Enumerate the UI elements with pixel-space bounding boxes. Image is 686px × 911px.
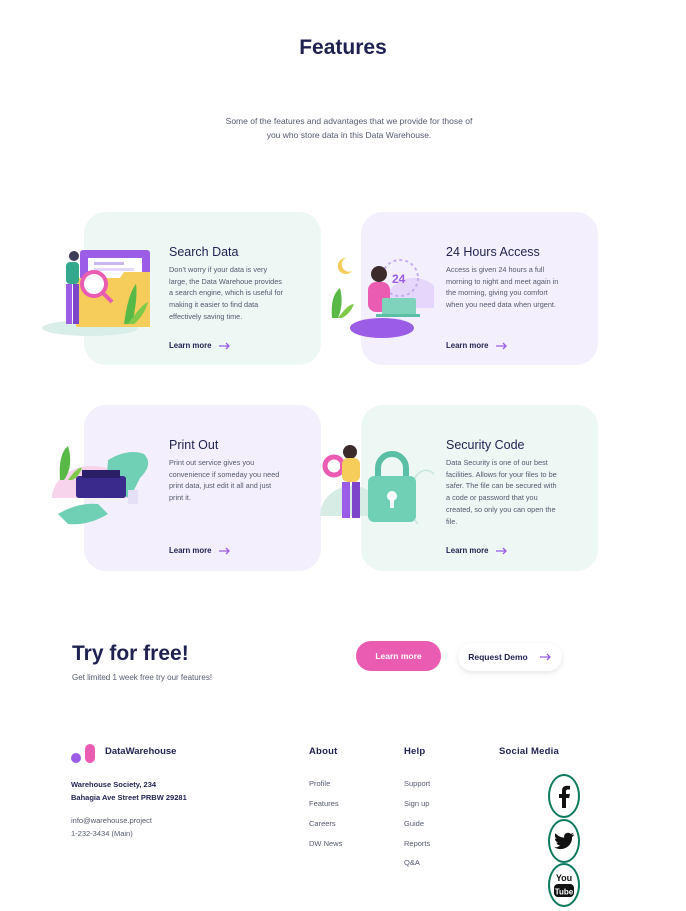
address-line: Warehouse Society, 234 [71,780,157,789]
request-demo-button[interactable]: Request Demo [458,643,562,671]
company-address: Warehouse Society, 234 Bahagia Ave Stree… [71,778,187,804]
footer-link-profile[interactable]: Profile [309,779,330,788]
card-text-line: Don’t worry if your data is very [169,265,268,274]
card-text-line: print data, just edit it all and just [169,481,272,491]
card-title: 24 Hours Access [446,245,540,259]
intro-line-1: Some of the features and advantages that… [225,116,473,126]
footer-social-heading: Social Media [499,746,559,757]
brand-name: DataWarehouse [105,746,177,757]
cta-subtitle: Get limited 1 week free try our features… [72,673,213,682]
youtube-icon[interactable]: You Tube [548,863,580,907]
card-text-line: Access is given 24 hours a full [446,265,545,274]
request-demo-label: Request Demo [468,652,528,662]
brand-logo-icon [71,744,95,763]
card-text-line: facilities. Allows for your files to be [446,469,557,479]
card-text-line: created, so only you can open the [446,504,556,514]
learn-more-label: Learn more [169,341,212,350]
youtube-label-bottom: Tube [555,888,574,897]
learn-more-label: Learn more [446,546,489,555]
search-data-illustration [42,250,150,336]
security-code-illustration [320,445,435,525]
footer-link-features[interactable]: Features [309,799,339,808]
card-text-line: convenience if someday you need [169,469,280,479]
card-text-line: the morning, giving you comfort [446,288,548,298]
card-text-line: when you need data when urgent. [446,300,556,310]
learn-more-label: Learn more [446,341,489,350]
arrow-right-icon [496,342,508,349]
footer-link-support[interactable]: Support [404,779,430,788]
learn-more-button-label: Learn more [375,651,422,661]
address-line: Bahagia Ave Street PRBW 29281 [71,793,187,802]
print-out-illustration [52,446,149,525]
24-hours-access-illustration: 24 [331,257,434,338]
footer-help-heading: Help [404,746,426,757]
footer-link-guide[interactable]: Guide [404,819,424,828]
card-text-line: Print out service gives you [169,458,255,467]
card-text-line: a code or password that you [446,493,538,503]
company-contact: info@warehouse.project 1-232-3434 (Main) [71,815,152,840]
card-description: Don’t worry if your data is very large, … [169,264,297,323]
youtube-label-top: You [556,873,572,883]
card-text-line: a search engine, which is useful for [169,288,283,298]
card-description: Data Security is one of our best facilit… [446,457,574,527]
footer-link-sign-up[interactable]: Sign up [404,799,429,808]
footer-link-dw-news[interactable]: DW News [309,839,342,848]
footer-link-qa[interactable]: Q&A [404,858,420,867]
arrow-right-icon [219,547,231,554]
arrow-right-icon [219,342,231,349]
learn-more-button[interactable]: Learn more [356,641,441,671]
card-title: Security Code [446,438,525,452]
phone-number: 1-232-3434 (Main) [71,828,133,838]
learn-more-link[interactable]: Learn more [446,546,508,555]
learn-more-link[interactable]: Learn more [446,341,508,350]
card-text-line: making it easier to find data [169,300,259,310]
card-text-line: file. [446,516,458,526]
card-description: Print out service gives you convenience … [169,457,297,504]
cta-title: Try for free! [72,642,189,665]
learn-more-link[interactable]: Learn more [169,546,231,555]
card-text-line: Data Security is one of our best [446,458,548,467]
intro-line-2: you who store data in this Data Warehous… [266,130,432,140]
card-description: Access is given 24 hours a full morning … [446,264,574,311]
arrow-right-icon [539,653,551,661]
facebook-icon[interactable] [548,774,580,818]
page-title: Features [299,36,387,59]
learn-more-link[interactable]: Learn more [169,341,231,350]
card-title: Search Data [169,245,239,259]
card-title: Print Out [169,438,219,452]
footer-about-heading: About [309,746,338,757]
learn-more-label: Learn more [169,546,212,555]
card-text-line: print it. [169,493,191,503]
card-text-line: morning to night and meet again in [446,276,559,286]
card-text-line: large, the Data Warehoue provides [169,276,282,286]
footer-link-careers[interactable]: Careers [309,819,336,828]
email-link[interactable]: info@warehouse.project [71,815,152,828]
twitter-icon[interactable] [548,819,580,863]
card-text-line: safer. The file can be secured with [446,481,557,491]
footer-link-reports[interactable]: Reports [404,839,430,848]
clock-number-label: 24 [392,272,406,286]
features-intro: Some of the features and advantages that… [199,114,499,142]
card-text-line: effectively saving time. [169,311,243,321]
arrow-right-icon [496,547,508,554]
